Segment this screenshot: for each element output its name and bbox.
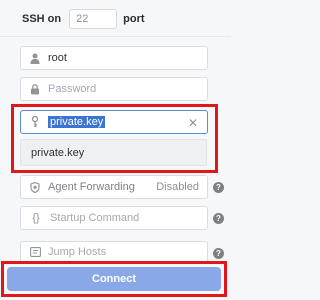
lock-icon	[29, 83, 41, 95]
help-icon[interactable]: ?	[213, 182, 224, 193]
agent-forwarding-label: Agent Forwarding	[48, 181, 135, 193]
port-input[interactable]	[69, 9, 118, 29]
private-key-field[interactable]: private.key ✕	[20, 110, 208, 134]
jump-hosts-label: Jump Hosts	[48, 245, 107, 258]
username-field[interactable]: root	[20, 46, 208, 70]
startup-command-placeholder: Startup Command	[50, 212, 140, 224]
username-value: root	[48, 52, 67, 64]
shield-icon	[29, 181, 41, 193]
ssh-port-row: SSH on port	[22, 8, 145, 30]
private-key-value: private.key	[48, 116, 106, 128]
key-icon	[29, 116, 41, 128]
jump-hosts-icon	[29, 246, 41, 258]
startup-command-field[interactable]: {} Startup Command	[20, 206, 208, 230]
ssh-on-label: SSH on	[22, 13, 62, 25]
code-braces-icon: {}	[32, 212, 40, 224]
private-key-option[interactable]: private.key	[20, 139, 207, 166]
agent-forwarding-field[interactable]: Agent Forwarding Disabled	[20, 175, 208, 199]
user-icon	[29, 52, 41, 64]
jump-hosts-field[interactable]: Jump Hosts	[20, 241, 208, 261]
agent-forwarding-status: Disabled	[156, 181, 199, 193]
password-placeholder: Password	[48, 83, 97, 95]
divider	[0, 36, 231, 37]
password-field[interactable]: Password	[20, 77, 208, 101]
ssh-connection-panel: SSH on port root Password	[0, 0, 231, 300]
help-icon[interactable]: ?	[213, 248, 224, 259]
port-label: port	[123, 13, 145, 25]
private-key-option-label: private.key	[31, 146, 85, 159]
connect-button[interactable]: Connect	[7, 267, 221, 291]
clear-icon[interactable]: ✕	[188, 116, 198, 130]
help-icon[interactable]: ?	[213, 213, 224, 224]
